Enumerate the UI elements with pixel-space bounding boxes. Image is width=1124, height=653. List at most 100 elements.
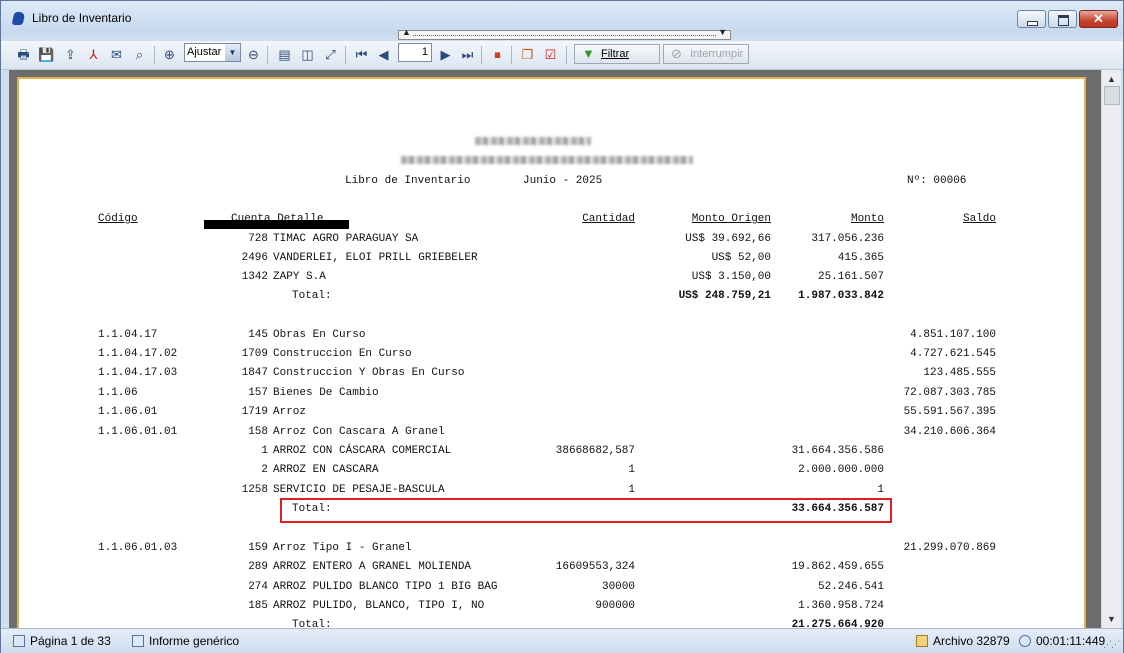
chevron-down-icon: ▼ [718, 27, 727, 37]
fit-page-icon[interactable]: ⤢ [322, 46, 339, 63]
row-cuenta: 1 [261, 445, 268, 457]
row-monto: 1.987.033.842 [798, 290, 884, 302]
row-saldo: 4.851.107.100 [910, 329, 996, 341]
row-cantidad: 1 [628, 484, 635, 496]
toolbar: 🖶 💾 ⇪ ⅄ ✉ ⌕ ⊕ ⊖ ▤ ◫ ⤢ ⏮ ◀ ▶ ⏭ ⏹ ❐ ☑ [1, 41, 1123, 70]
row-monto: 19.862.459.655 [791, 561, 884, 573]
scroll-thumb[interactable] [1104, 86, 1120, 105]
status-elapsed: 00:01:11:449 [1019, 633, 1105, 649]
filter-icon: ▼ [582, 46, 595, 61]
redaction-bar [204, 220, 349, 229]
app-icon [11, 12, 26, 25]
row-cuenta: 274 [248, 581, 268, 593]
interrupt-icon: ⊘ [671, 46, 682, 61]
copy-icon[interactable]: ❐ [519, 46, 536, 63]
row-detalle: ARROZ PULIDO BLANCO TIPO 1 BIG BAG [273, 581, 498, 593]
close-icon: ✕ [1093, 11, 1104, 26]
row-cuenta: 145 [248, 329, 268, 341]
page-icon [13, 635, 25, 647]
zoom-select[interactable]: Ajustar a ▼ [184, 43, 241, 62]
next-page-icon[interactable]: ▶ [437, 46, 454, 63]
row-cuenta: 2496 [241, 252, 268, 264]
email-icon[interactable]: ✉ [108, 46, 125, 63]
header-codigo: Código [98, 213, 138, 225]
filter-label: Filtrar [601, 48, 630, 60]
row-detalle: Arroz Con Cascara A Granel [273, 426, 445, 438]
maximize-button[interactable] [1048, 10, 1077, 28]
row-detalle: TIMAC AGRO PARAGUAY SA [273, 233, 419, 245]
row-monto: 317.056.236 [811, 233, 884, 245]
interrupt-button[interactable]: ⊘ Interrumpir [663, 44, 749, 64]
settings-icon[interactable]: ☑ [542, 46, 559, 63]
window-title: Libro de Inventario [32, 11, 132, 25]
minimize-button[interactable] [1017, 10, 1046, 28]
close-button[interactable]: ✕ [1079, 10, 1118, 28]
status-file-info: Archivo 32879 [916, 633, 1010, 649]
zoom-value: Ajustar a [187, 46, 223, 58]
row-saldo: 21.299.070.869 [903, 542, 996, 554]
header-saldo: Saldo [962, 213, 996, 225]
save-icon[interactable]: 💾 [38, 46, 55, 63]
print-icon[interactable]: 🖶 [15, 46, 32, 63]
row-detalle: Obras En Curso [273, 329, 366, 341]
row-cuenta: 728 [248, 233, 268, 245]
export-icon[interactable]: ⇪ [62, 46, 79, 63]
report-window: Libro de Inventario ✕ ▲ ▼ 🖶 💾 ⇪ ⅄ ✉ ⌕ ⊕ … [0, 0, 1124, 653]
row-detalle: ARROZ EN CASCARA [273, 464, 379, 476]
first-page-icon[interactable]: ⏮ [353, 46, 370, 63]
scroll-down-icon[interactable]: ▼ [1102, 612, 1121, 626]
row-detalle: ARROZ PULIDO, BLANCO, TIPO I, NO [273, 600, 485, 612]
row-saldo: 55.591.567.395 [903, 406, 996, 418]
row-saldo: 34.210.606.364 [903, 426, 996, 438]
row-cantidad: 1 [628, 464, 635, 476]
row-codigo: 1.1.06.01.01 [98, 426, 178, 438]
row-cuenta: 185 [248, 600, 268, 612]
find-icon[interactable]: ⌕ [131, 46, 148, 63]
file-icon [916, 635, 928, 647]
row-detalle: ZAPY S.A [273, 271, 326, 283]
row-saldo: 123.485.555 [923, 367, 996, 379]
single-page-icon[interactable]: ▤ [276, 46, 293, 63]
zoom-out-icon[interactable]: ⊖ [245, 46, 262, 63]
row-detalle: Total: [292, 290, 332, 302]
two-page-icon[interactable]: ◫ [299, 46, 316, 63]
row-detalle: SERVICIO DE PESAJE-BASCULA [273, 484, 445, 496]
row-cantidad: 900000 [595, 600, 635, 612]
row-detalle: Arroz [273, 406, 307, 418]
filter-button[interactable]: ▼ Filtrar [574, 44, 660, 64]
prev-page-icon[interactable]: ◀ [375, 46, 392, 63]
last-page-icon[interactable]: ⏭ [459, 46, 476, 63]
company-details-redacted [401, 156, 693, 164]
row-codigo: 1.1.06.01 [98, 406, 158, 418]
zoom-in-icon[interactable]: ⊕ [161, 46, 178, 63]
row-cuenta: 158 [248, 426, 268, 438]
row-saldo: 72.087.303.785 [903, 387, 996, 399]
scroll-up-icon[interactable]: ▲ [1102, 72, 1121, 86]
row-cuenta: 1847 [241, 367, 268, 379]
report-icon [132, 635, 144, 647]
vertical-scrollbar[interactable]: ▲ ▼ [1101, 70, 1121, 628]
row-monto: 2.000.000.000 [798, 464, 884, 476]
row-cuenta: 1342 [241, 271, 268, 283]
status-report-type: Informe genérico [132, 633, 239, 649]
report-number: Nº: 00006 [907, 175, 967, 187]
row-cuenta: 157 [248, 387, 268, 399]
resize-grip-icon[interactable]: ⋰⋰ [1103, 639, 1120, 650]
row-cantidad: 30000 [601, 581, 635, 593]
header-cantidad: Cantidad [582, 213, 635, 225]
status-bar: Página 1 de 33 Informe genérico Archivo … [1, 628, 1123, 653]
row-detalle: VANDERLEI, ELOI PRILL GRIEBELER [273, 252, 478, 264]
row-codigo: 1.1.04.17.03 [98, 367, 178, 379]
row-cuenta: 1258 [241, 484, 268, 496]
chevron-up-icon: ▲ [402, 27, 411, 37]
total-highlight-box [280, 498, 892, 523]
row-detalle: Construccion Y Obras En Curso [273, 367, 465, 379]
stop-icon[interactable]: ⏹ [489, 46, 506, 63]
page-number-input[interactable]: 1 [398, 43, 432, 62]
interrupt-label: Interrumpir [690, 48, 744, 60]
row-detalle: Arroz Tipo I - Granel [273, 542, 412, 554]
row-cuenta: 159 [248, 542, 268, 554]
pdf-icon[interactable]: ⅄ [85, 46, 102, 63]
dropdown-arrow-icon: ▼ [225, 44, 240, 61]
toolbar-collapse-handle[interactable]: ▲ ▼ [398, 27, 731, 40]
